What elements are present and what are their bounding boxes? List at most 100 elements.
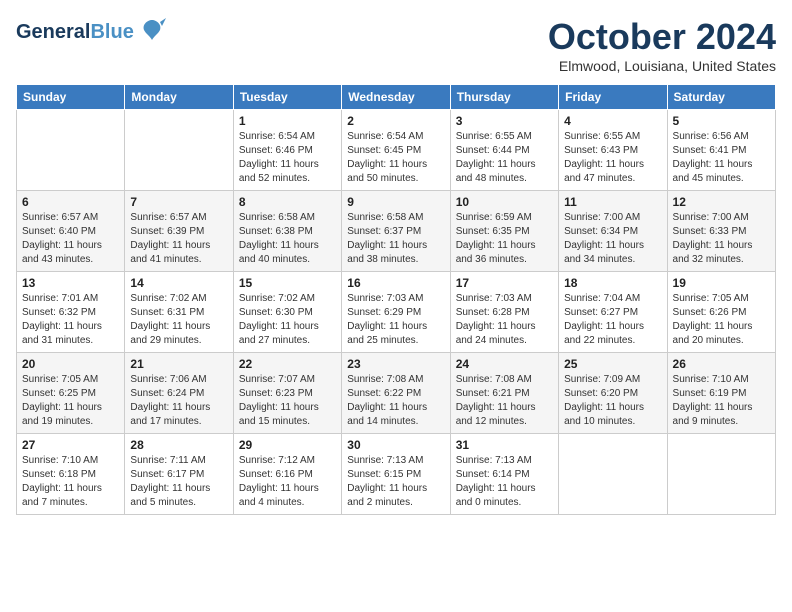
logo: GeneralBlue: [16, 16, 166, 49]
day-number: 25: [564, 357, 661, 371]
calendar-cell: 22 Sunrise: 7:07 AM Sunset: 6:23 PM Dayli…: [233, 353, 341, 434]
day-detail: Sunrise: 6:56 AM Sunset: 6:41 PM Dayligh…: [673, 130, 770, 186]
calendar-cell: 31 Sunrise: 7:13 AM Sunset: 6:14 PM Dayli…: [450, 434, 558, 515]
day-number: 30: [347, 438, 444, 452]
day-detail: Sunrise: 6:54 AM Sunset: 6:45 PM Dayligh…: [347, 130, 444, 186]
calendar-cell: 30Sunrise: 7:13 AM Sunset: 6:15 PM Dayli…: [342, 434, 450, 515]
calendar-cell: 13 Sunrise: 7:01 AM Sunset: 6:32 PM Dayli…: [17, 272, 125, 353]
day-number: 24: [456, 357, 553, 371]
calendar-cell: 26 Sunrise: 7:10 AM Sunset: 6:19 PM Dayli…: [667, 353, 775, 434]
calendar-week-row: 13 Sunrise: 7:01 AM Sunset: 6:32 PM Dayli…: [17, 272, 776, 353]
day-number: 22: [239, 357, 336, 371]
calendar-cell: 8 Sunrise: 6:58 AM Sunset: 6:38 PM Daylig…: [233, 191, 341, 272]
calendar-cell: 24 Sunrise: 7:08 AM Sunset: 6:21 PM Dayli…: [450, 353, 558, 434]
calendar-cell: 18 Sunrise: 7:04 AM Sunset: 6:27 PM Dayli…: [559, 272, 667, 353]
day-detail: Sunrise: 7:04 AM Sunset: 6:27 PM Dayligh…: [564, 292, 661, 348]
day-number: 26: [673, 357, 770, 371]
day-detail: Sunrise: 7:02 AM Sunset: 6:30 PM Dayligh…: [239, 292, 336, 348]
weekday-header-monday: Monday: [125, 85, 233, 110]
calendar-cell: 19 Sunrise: 7:05 AM Sunset: 6:26 PM Dayli…: [667, 272, 775, 353]
day-detail: Sunrise: 6:59 AM Sunset: 6:35 PM Dayligh…: [456, 211, 553, 267]
calendar-table: SundayMondayTuesdayWednesdayThursdayFrid…: [16, 84, 776, 515]
calendar-cell: [667, 434, 775, 515]
day-number: 31: [456, 438, 553, 452]
day-number: 7: [130, 195, 227, 209]
day-number: 2: [347, 114, 444, 128]
day-number: 21: [130, 357, 227, 371]
day-detail: Sunrise: 6:57 AM Sunset: 6:40 PM Dayligh…: [22, 211, 119, 267]
calendar-cell: 15 Sunrise: 7:02 AM Sunset: 6:30 PM Dayli…: [233, 272, 341, 353]
calendar-cell: 12 Sunrise: 7:00 AM Sunset: 6:33 PM Dayli…: [667, 191, 775, 272]
day-number: 27: [22, 438, 119, 452]
calendar-cell: 6 Sunrise: 6:57 AM Sunset: 6:40 PM Daylig…: [17, 191, 125, 272]
day-detail: Sunrise: 7:08 AM Sunset: 6:21 PM Dayligh…: [456, 373, 553, 429]
day-detail: Sunrise: 7:12 AM Sunset: 6:16 PM Dayligh…: [239, 454, 336, 510]
title-block: October 2024 Elmwood, Louisiana, United …: [548, 16, 776, 74]
weekday-header-row: SundayMondayTuesdayWednesdayThursdayFrid…: [17, 85, 776, 110]
day-detail: Sunrise: 7:00 AM Sunset: 6:34 PM Dayligh…: [564, 211, 661, 267]
day-detail: Sunrise: 6:58 AM Sunset: 6:37 PM Dayligh…: [347, 211, 444, 267]
day-detail: Sunrise: 6:55 AM Sunset: 6:44 PM Dayligh…: [456, 130, 553, 186]
location-subtitle: Elmwood, Louisiana, United States: [548, 58, 776, 74]
day-number: 13: [22, 276, 119, 290]
day-detail: Sunrise: 6:58 AM Sunset: 6:38 PM Dayligh…: [239, 211, 336, 267]
day-number: 6: [22, 195, 119, 209]
day-detail: Sunrise: 6:57 AM Sunset: 6:39 PM Dayligh…: [130, 211, 227, 267]
day-number: 19: [673, 276, 770, 290]
calendar-cell: 2 Sunrise: 6:54 AM Sunset: 6:45 PM Daylig…: [342, 110, 450, 191]
day-number: 18: [564, 276, 661, 290]
day-number: 11: [564, 195, 661, 209]
day-detail: Sunrise: 7:02 AM Sunset: 6:31 PM Dayligh…: [130, 292, 227, 348]
calendar-cell: 3Sunrise: 6:55 AM Sunset: 6:44 PM Daylig…: [450, 110, 558, 191]
weekday-header-thursday: Thursday: [450, 85, 558, 110]
calendar-cell: 29 Sunrise: 7:12 AM Sunset: 6:16 PM Dayli…: [233, 434, 341, 515]
day-number: 8: [239, 195, 336, 209]
calendar-cell: 16 Sunrise: 7:03 AM Sunset: 6:29 PM Dayli…: [342, 272, 450, 353]
day-detail: Sunrise: 7:03 AM Sunset: 6:29 PM Dayligh…: [347, 292, 444, 348]
calendar-week-row: 20Sunrise: 7:05 AM Sunset: 6:25 PM Dayli…: [17, 353, 776, 434]
day-detail: Sunrise: 7:13 AM Sunset: 6:14 PM Dayligh…: [456, 454, 553, 510]
day-detail: Sunrise: 7:09 AM Sunset: 6:20 PM Dayligh…: [564, 373, 661, 429]
day-number: 16: [347, 276, 444, 290]
day-number: 14: [130, 276, 227, 290]
day-detail: Sunrise: 7:00 AM Sunset: 6:33 PM Dayligh…: [673, 211, 770, 267]
calendar-cell: 4Sunrise: 6:55 AM Sunset: 6:43 PM Daylig…: [559, 110, 667, 191]
logo-text: GeneralBlue: [16, 21, 134, 44]
calendar-cell: 27 Sunrise: 7:10 AM Sunset: 6:18 PM Dayli…: [17, 434, 125, 515]
weekday-header-wednesday: Wednesday: [342, 85, 450, 110]
day-number: 20: [22, 357, 119, 371]
day-detail: Sunrise: 7:10 AM Sunset: 6:18 PM Dayligh…: [22, 454, 119, 510]
calendar-cell: 14 Sunrise: 7:02 AM Sunset: 6:31 PM Dayli…: [125, 272, 233, 353]
day-number: 10: [456, 195, 553, 209]
day-detail: Sunrise: 7:01 AM Sunset: 6:32 PM Dayligh…: [22, 292, 119, 348]
calendar-cell: 11 Sunrise: 7:00 AM Sunset: 6:34 PM Dayli…: [559, 191, 667, 272]
day-detail: Sunrise: 7:05 AM Sunset: 6:26 PM Dayligh…: [673, 292, 770, 348]
day-detail: Sunrise: 7:07 AM Sunset: 6:23 PM Dayligh…: [239, 373, 336, 429]
calendar-cell: 21Sunrise: 7:06 AM Sunset: 6:24 PM Dayli…: [125, 353, 233, 434]
calendar-cell: 10 Sunrise: 6:59 AM Sunset: 6:35 PM Dayli…: [450, 191, 558, 272]
day-number: 29: [239, 438, 336, 452]
calendar-cell: 1Sunrise: 6:54 AM Sunset: 6:46 PM Daylig…: [233, 110, 341, 191]
logo-bird-icon: [138, 16, 166, 49]
day-detail: Sunrise: 7:10 AM Sunset: 6:19 PM Dayligh…: [673, 373, 770, 429]
day-detail: Sunrise: 7:03 AM Sunset: 6:28 PM Dayligh…: [456, 292, 553, 348]
weekday-header-friday: Friday: [559, 85, 667, 110]
weekday-header-saturday: Saturday: [667, 85, 775, 110]
calendar-cell: 7 Sunrise: 6:57 AM Sunset: 6:39 PM Daylig…: [125, 191, 233, 272]
day-number: 28: [130, 438, 227, 452]
day-number: 5: [673, 114, 770, 128]
calendar-cell: [559, 434, 667, 515]
weekday-header-sunday: Sunday: [17, 85, 125, 110]
day-number: 4: [564, 114, 661, 128]
day-number: 15: [239, 276, 336, 290]
calendar-week-row: 1Sunrise: 6:54 AM Sunset: 6:46 PM Daylig…: [17, 110, 776, 191]
day-number: 12: [673, 195, 770, 209]
day-number: 17: [456, 276, 553, 290]
calendar-cell: 20Sunrise: 7:05 AM Sunset: 6:25 PM Dayli…: [17, 353, 125, 434]
calendar-cell: [17, 110, 125, 191]
calendar-week-row: 6 Sunrise: 6:57 AM Sunset: 6:40 PM Daylig…: [17, 191, 776, 272]
calendar-cell: 25 Sunrise: 7:09 AM Sunset: 6:20 PM Dayli…: [559, 353, 667, 434]
day-number: 9: [347, 195, 444, 209]
day-detail: Sunrise: 7:08 AM Sunset: 6:22 PM Dayligh…: [347, 373, 444, 429]
weekday-header-tuesday: Tuesday: [233, 85, 341, 110]
